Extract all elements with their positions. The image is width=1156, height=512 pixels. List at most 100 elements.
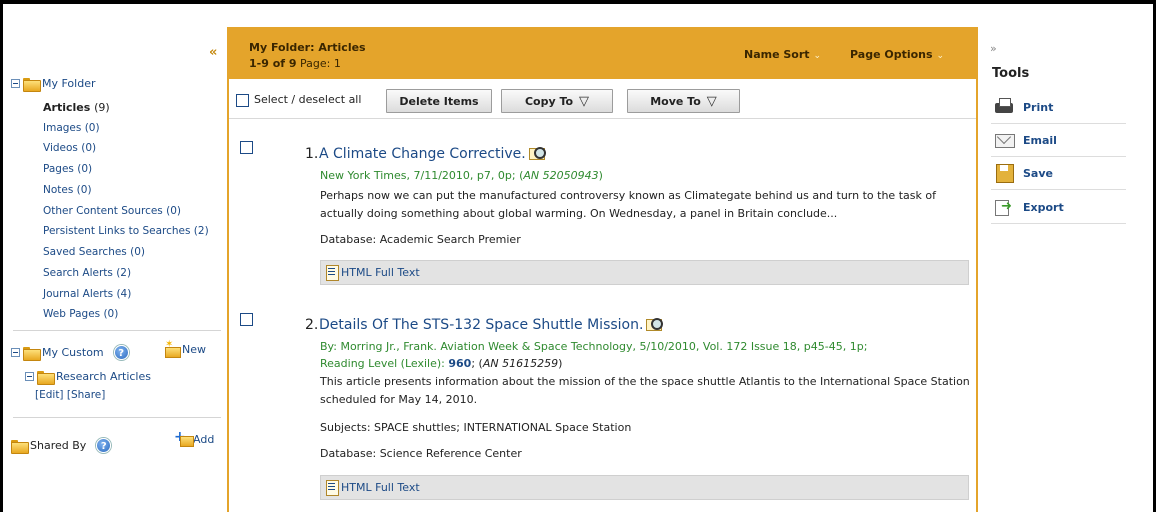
preview-magnifier-icon[interactable]	[646, 318, 664, 332]
result-checkbox[interactable]	[240, 141, 253, 154]
result-subjects: Subjects: SPACE shuttles; INTERNATIONAL …	[320, 421, 632, 434]
sidebar-item-other-content-sources[interactable]: Other Content Sources (0)	[43, 205, 181, 217]
collapse-tree-icon[interactable]	[11, 348, 20, 357]
source-close: )	[598, 169, 603, 182]
reading-separator: ; (	[471, 357, 483, 370]
shared-by-label: Shared By	[30, 439, 87, 452]
preview-magnifier-icon[interactable]	[528, 147, 547, 161]
source-text: New York Times, 7/11/2010, p7, 0p; (	[320, 169, 524, 182]
page-title: My Folder: Articles	[249, 41, 366, 54]
help-icon[interactable]: ?	[96, 438, 112, 453]
export-button[interactable]: Export	[991, 191, 1126, 224]
new-folder-icon	[165, 339, 181, 358]
dropdown-triangle-icon: ▽	[579, 93, 590, 109]
page-options-menu[interactable]: Page Options ⌄	[850, 48, 944, 61]
html-full-text-link[interactable]: HTML Full Text	[320, 260, 969, 285]
sidebar-item-journal-alerts[interactable]: Journal Alerts (4)	[43, 288, 131, 300]
html-document-icon	[325, 265, 339, 281]
name-sort-label: Name Sort	[744, 48, 810, 61]
my-custom-node[interactable]: My Custom ?	[11, 345, 129, 361]
export-icon	[995, 198, 1015, 216]
research-articles-label[interactable]: Research Articles	[56, 370, 151, 383]
my-folder-label[interactable]: My Folder	[42, 77, 96, 90]
copy-to-button[interactable]: Copy To ▽	[501, 89, 613, 113]
expand-tools-button[interactable]: »	[990, 42, 997, 55]
result-title-link[interactable]: A Climate Change Corrective.	[319, 146, 547, 162]
save-label: Save	[1023, 166, 1053, 180]
folder-icon	[37, 370, 55, 385]
source-close: )	[558, 357, 563, 370]
result-number: 2.	[305, 317, 319, 333]
floppy-disk-icon	[995, 164, 1015, 183]
collapse-sidebar-button[interactable]: «	[209, 45, 217, 60]
result-range-count: 1-9 of 9	[249, 57, 297, 70]
reading-level-label: Reading Level (Lexile):	[320, 357, 449, 370]
edit-link[interactable]: [Edit]	[35, 389, 64, 401]
sidebar-item-search-alerts[interactable]: Search Alerts (2)	[43, 267, 131, 279]
sidebar-item-images[interactable]: Images (0)	[43, 122, 100, 134]
my-folder-node[interactable]: My Folder	[11, 77, 96, 92]
sidebar-item-articles[interactable]: Articles (9)	[43, 101, 110, 114]
sidebar-item-videos[interactable]: Videos (0)	[43, 142, 96, 154]
accession-number: AN 52050943	[523, 169, 599, 182]
sidebar-divider	[13, 330, 221, 331]
print-button[interactable]: Print	[991, 91, 1126, 124]
sidebar-item-saved-searches[interactable]: Saved Searches (0)	[43, 246, 145, 258]
sidebar-item-count: (9)	[94, 101, 110, 114]
chevron-down-icon: ⌄	[813, 51, 822, 61]
move-to-button[interactable]: Move To ▽	[627, 89, 740, 113]
add-shared-button[interactable]: Add	[174, 429, 215, 447]
tools-title: Tools	[992, 66, 1030, 81]
folder-icon	[23, 346, 41, 361]
select-all-checkbox[interactable]	[236, 94, 249, 107]
help-icon[interactable]: ?	[113, 345, 129, 360]
sidebar-item-pages[interactable]: Pages (0)	[43, 163, 92, 175]
accession-number: AN 51615259	[482, 357, 559, 370]
delete-items-button[interactable]: Delete Items	[386, 89, 492, 113]
folder-icon	[11, 439, 29, 454]
folder-icon	[23, 77, 41, 92]
research-articles-node[interactable]: Research Articles	[25, 370, 151, 385]
result-source: New York Times, 7/11/2010, p7, 0p; (AN 5…	[320, 169, 603, 182]
share-link[interactable]: [Share]	[67, 389, 106, 401]
sidebar-item-persistent-links[interactable]: Persistent Links to Searches (2)	[43, 225, 209, 237]
results-panel: My Folder: Articles 1-9 of 9 Page: 1 Nam…	[227, 27, 978, 512]
sidebar-item-label: Articles	[43, 101, 91, 114]
dropdown-triangle-icon: ▽	[706, 93, 717, 109]
result-title-text: Details Of The STS-132 Space Shuttle Mis…	[319, 317, 644, 333]
full-text-label: HTML Full Text	[341, 481, 420, 494]
result-checkbox[interactable]	[240, 313, 253, 326]
page-options-label: Page Options	[850, 48, 933, 61]
sidebar-divider	[13, 417, 221, 418]
sidebar-item-web-pages[interactable]: Web Pages (0)	[43, 308, 118, 320]
collapse-tree-icon[interactable]	[25, 372, 34, 381]
result-range: 1-9 of 9 Page: 1	[249, 57, 341, 70]
save-button[interactable]: Save	[991, 157, 1126, 190]
add-label: Add	[193, 433, 215, 446]
print-label: Print	[1023, 100, 1054, 114]
select-all-label[interactable]: Select / deselect all	[254, 93, 361, 106]
result-abstract: Perhaps now we can put the manufactured …	[320, 189, 936, 220]
envelope-icon	[995, 131, 1015, 149]
name-sort-menu[interactable]: Name Sort ⌄	[744, 48, 821, 61]
html-document-icon	[325, 480, 339, 496]
sidebar-item-notes[interactable]: Notes (0)	[43, 184, 92, 196]
result-number: 1.	[305, 146, 319, 162]
result-title-link[interactable]: Details Of The STS-132 Space Shuttle Mis…	[319, 317, 664, 333]
result-database: Database: Academic Search Premier	[320, 233, 521, 246]
email-label: Email	[1023, 133, 1057, 147]
collapse-tree-icon[interactable]	[11, 79, 20, 88]
copy-to-label: Copy To	[524, 94, 574, 108]
html-full-text-link[interactable]: HTML Full Text	[320, 475, 969, 500]
result-source: By: Morring Jr., Frank. Aviation Week & …	[320, 340, 868, 353]
my-custom-label[interactable]: My Custom	[42, 346, 104, 359]
shared-by-node[interactable]: Shared By ?	[11, 438, 112, 454]
new-folder-button[interactable]: New	[165, 339, 206, 358]
full-text-label: HTML Full Text	[341, 266, 420, 279]
chevron-down-icon: ⌄	[936, 51, 945, 61]
result-abstract: This article presents information about …	[320, 375, 970, 406]
email-button[interactable]: Email	[991, 124, 1126, 157]
result-reading-level: Reading Level (Lexile): 960; (AN 5161525…	[320, 357, 562, 370]
new-folder-label: New	[182, 343, 206, 356]
results-header: My Folder: Articles 1-9 of 9 Page: 1 Nam…	[229, 27, 976, 79]
